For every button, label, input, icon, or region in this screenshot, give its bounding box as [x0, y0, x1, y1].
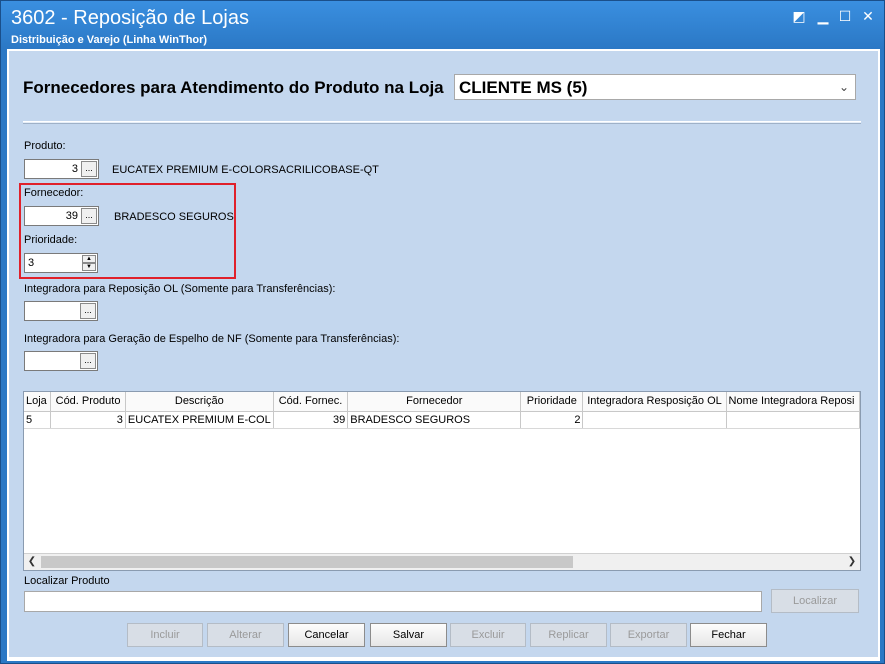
window-title: 3602 - Reposição de Lojas — [11, 7, 249, 29]
cell-descricao: EUCATEX PREMIUM E-COL — [125, 411, 274, 429]
cell-nome-integradora — [726, 411, 860, 429]
excluir-button[interactable]: Excluir — [450, 623, 526, 647]
fornecedor-code-value: 39 — [65, 210, 78, 222]
store-select[interactable]: CLIENTE MS (5) ⌄ — [454, 74, 856, 100]
chevron-down-icon[interactable]: ⌄ — [839, 80, 849, 94]
spinner-buttons: ▲ ▼ — [82, 255, 96, 271]
column-header[interactable]: Fornecedor — [347, 392, 522, 412]
fornecedor-code-field[interactable]: 39 ... — [24, 206, 99, 226]
prioridade-label: Prioridade: — [24, 234, 78, 246]
grid-table: Loja Cód. Produto Descrição Cód. Fornec.… — [24, 392, 860, 429]
column-header[interactable]: Integradora Resposição OL — [582, 392, 727, 412]
integradora-ol-label: Integradora para Reposição OL (Somente p… — [24, 283, 336, 295]
column-header[interactable]: Descrição — [125, 392, 274, 412]
spin-up-icon[interactable]: ▲ — [82, 255, 96, 263]
prioridade-spinner[interactable]: 3 ▲ ▼ — [24, 253, 98, 273]
produto-label: Produto: — [24, 140, 66, 152]
prioridade-value: 3 — [28, 257, 35, 269]
scroll-left-icon[interactable]: ❮ — [25, 555, 39, 569]
horizontal-scrollbar[interactable]: ❮ ❯ — [24, 553, 860, 570]
fornecedor-label: Fornecedor: — [24, 187, 84, 199]
produto-code-value: 3 — [71, 163, 78, 175]
fornecedor-lookup-button[interactable]: ... — [81, 208, 97, 224]
cell-fornecedor: BRADESCO SEGUROS — [347, 411, 522, 429]
search-label: Localizar Produto — [24, 575, 110, 587]
exportar-button[interactable]: Exportar — [610, 623, 687, 647]
scrollbar-thumb[interactable] — [41, 556, 573, 568]
grid-header-row: Loja Cód. Produto Descrição Cód. Fornec.… — [24, 392, 860, 412]
window-subtitle: Distribuição e Varejo (Linha WinThor) — [11, 34, 208, 46]
cell-integradora-ol — [582, 411, 727, 429]
app-window: 3602 - Reposição de Lojas Distribuição e… — [0, 0, 885, 664]
cell-loja: 5 — [24, 411, 52, 429]
close-button[interactable]: ✕ — [858, 7, 878, 25]
column-header[interactable]: Cód. Fornec. — [273, 392, 349, 412]
integradora-nf-label: Integradora para Geração de Espelho de N… — [24, 333, 400, 345]
fornecedor-description: BRADESCO SEGUROS — [114, 211, 234, 223]
scroll-right-icon[interactable]: ❯ — [845, 555, 859, 569]
minimize-button[interactable]: ▁ — [813, 7, 833, 25]
page-title: Fornecedores para Atendimento do Produto… — [23, 78, 444, 97]
column-header[interactable]: Cód. Produto — [50, 392, 126, 412]
column-header[interactable]: Loja — [24, 392, 52, 412]
header-divider — [23, 121, 861, 124]
table-row[interactable]: 5 3 EUCATEX PREMIUM E-COL 39 BRADESCO SE… — [24, 411, 860, 429]
integradora-ol-lookup-button[interactable]: ... — [80, 303, 96, 319]
title-bar: 3602 - Reposição de Lojas Distribuição e… — [1, 1, 884, 49]
suppliers-grid[interactable]: Loja Cód. Produto Descrição Cód. Fornec.… — [23, 391, 861, 571]
client-area: Fornecedores para Atendimento do Produto… — [7, 49, 880, 661]
cell-prioridade: 2 — [520, 411, 584, 429]
integradora-nf-field[interactable]: ... — [24, 351, 98, 371]
produto-description: EUCATEX PREMIUM E-COLORSACRILICOBASE-QT — [112, 164, 379, 176]
cell-cod-fornec: 39 — [273, 411, 349, 429]
integradora-ol-field[interactable]: ... — [24, 301, 98, 321]
main-panel: Fornecedores para Atendimento do Produto… — [9, 51, 878, 657]
produto-lookup-button[interactable]: ... — [81, 161, 97, 177]
incluir-button[interactable]: Incluir — [127, 623, 203, 647]
fechar-button[interactable]: Fechar — [690, 623, 767, 647]
restore-icon[interactable]: ◩ — [789, 7, 809, 25]
maximize-button[interactable]: ☐ — [835, 7, 855, 25]
spin-down-icon[interactable]: ▼ — [82, 263, 96, 271]
column-header[interactable]: Prioridade — [520, 392, 584, 412]
salvar-button[interactable]: Salvar — [370, 623, 447, 647]
integradora-nf-lookup-button[interactable]: ... — [80, 353, 96, 369]
search-input[interactable] — [24, 591, 762, 612]
localizar-button[interactable]: Localizar — [771, 589, 859, 613]
produto-code-field[interactable]: 3 ... — [24, 159, 99, 179]
replicar-button[interactable]: Replicar — [530, 623, 607, 647]
store-select-value: CLIENTE MS (5) — [459, 78, 588, 97]
cell-cod-produto: 3 — [50, 411, 126, 429]
alterar-button[interactable]: Alterar — [207, 623, 284, 647]
cancelar-button[interactable]: Cancelar — [288, 623, 365, 647]
column-header[interactable]: Nome Integradora Reposi — [726, 392, 860, 412]
